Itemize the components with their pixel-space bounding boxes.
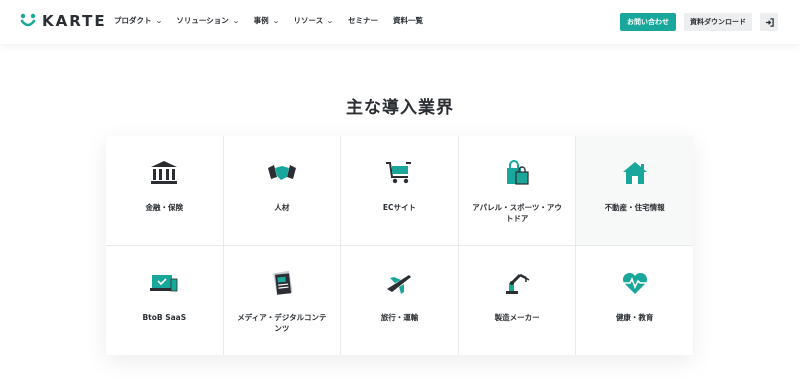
chevron-down-icon: ⌄ <box>326 16 334 25</box>
karte-logo-icon <box>20 13 36 27</box>
shopping-bag-icon <box>507 160 529 185</box>
bank-icon <box>151 161 178 184</box>
download-button[interactable]: 資料ダウンロード <box>684 13 752 31</box>
industry-card-finance[interactable]: 金融・保険 <box>106 136 223 245</box>
contact-button[interactable]: お問い合わせ <box>620 13 676 31</box>
industry-label: ECサイト <box>382 203 417 212</box>
industry-card-travel[interactable]: 旅行・運輸 <box>341 246 458 355</box>
industry-label: 旅行・運輸 <box>380 313 419 322</box>
industry-card-media[interactable]: メディア・デジタルコンテンツ <box>223 246 341 355</box>
nav-label: セミナー <box>347 16 378 25</box>
nav-item-case[interactable]: 事例 ⌄ <box>253 15 280 26</box>
industry-card-btob-saas[interactable]: BtoB SaaS <box>106 246 223 355</box>
industry-label: 不動産・住宅情報 <box>604 203 665 212</box>
industry-label: メディア・デジタルコンテンツ <box>237 313 327 333</box>
industry-label: BtoB SaaS <box>142 313 187 322</box>
nav-item-seminar[interactable]: セミナー <box>348 15 378 26</box>
industry-label: 製造メーカー <box>494 313 540 322</box>
site-header: KARTE プロダクト ⌄ ソリューション ⌄ 事例 ⌄ リソース ⌄ セミナー… <box>0 0 800 44</box>
chevron-down-icon: ⌄ <box>231 16 240 25</box>
airplane-icon <box>387 275 412 294</box>
industry-grid: 金融・保険 人材 ECサイト アパレル・スポーツ・アウトドア 不動産・住宅情報 … <box>106 136 693 355</box>
industry-card-health-education[interactable]: 健康・教育 <box>576 246 693 355</box>
nav-item-solution[interactable]: ソリューション ⌄ <box>176 15 240 26</box>
laptop-icon <box>150 275 178 292</box>
industry-card-real-estate[interactable]: 不動産・住宅情報 <box>576 136 693 245</box>
industry-card-apparel[interactable]: アパレル・スポーツ・アウトドア <box>458 136 576 245</box>
nav-item-product[interactable]: プロダクト ⌄ <box>114 15 163 26</box>
industry-card-ec[interactable]: ECサイト <box>341 136 458 245</box>
cart-icon <box>386 162 412 184</box>
industry-card-manufacturing[interactable]: 製造メーカー <box>458 246 576 355</box>
robot-arm-icon <box>506 273 530 294</box>
industry-label: 金融・保険 <box>145 203 184 212</box>
section-title: 主な導入業界 <box>346 98 454 118</box>
nav-label: 事例 <box>253 16 269 25</box>
document-icon <box>273 270 293 296</box>
handshake-icon <box>267 165 296 180</box>
main-nav: プロダクト ⌄ ソリューション ⌄ 事例 ⌄ リソース ⌄ セミナー 資料一覧 <box>114 15 423 26</box>
nav-item-resource[interactable]: リソース ⌄ <box>293 15 333 26</box>
chevron-down-icon: ⌄ <box>154 16 163 25</box>
nav-label: 資料一覧 <box>392 16 423 25</box>
industry-label: アパレル・スポーツ・アウトドア <box>472 203 562 223</box>
nav-label: プロダクト <box>114 16 152 25</box>
industry-label: 人材 <box>274 203 290 212</box>
industry-card-hr[interactable]: 人材 <box>223 136 341 245</box>
login-icon <box>765 17 774 27</box>
nav-label: リソース <box>293 16 324 25</box>
login-button[interactable] <box>760 13 778 31</box>
nav-label: ソリューション <box>176 16 229 25</box>
logo-text: KARTE <box>42 12 107 30</box>
industry-label: 健康・教育 <box>615 313 654 322</box>
chevron-down-icon: ⌄ <box>271 16 280 25</box>
heart-pulse-icon <box>622 272 647 294</box>
house-icon <box>622 162 647 184</box>
nav-item-documents[interactable]: 資料一覧 <box>393 15 423 26</box>
karte-logo[interactable]: KARTE <box>20 12 107 30</box>
